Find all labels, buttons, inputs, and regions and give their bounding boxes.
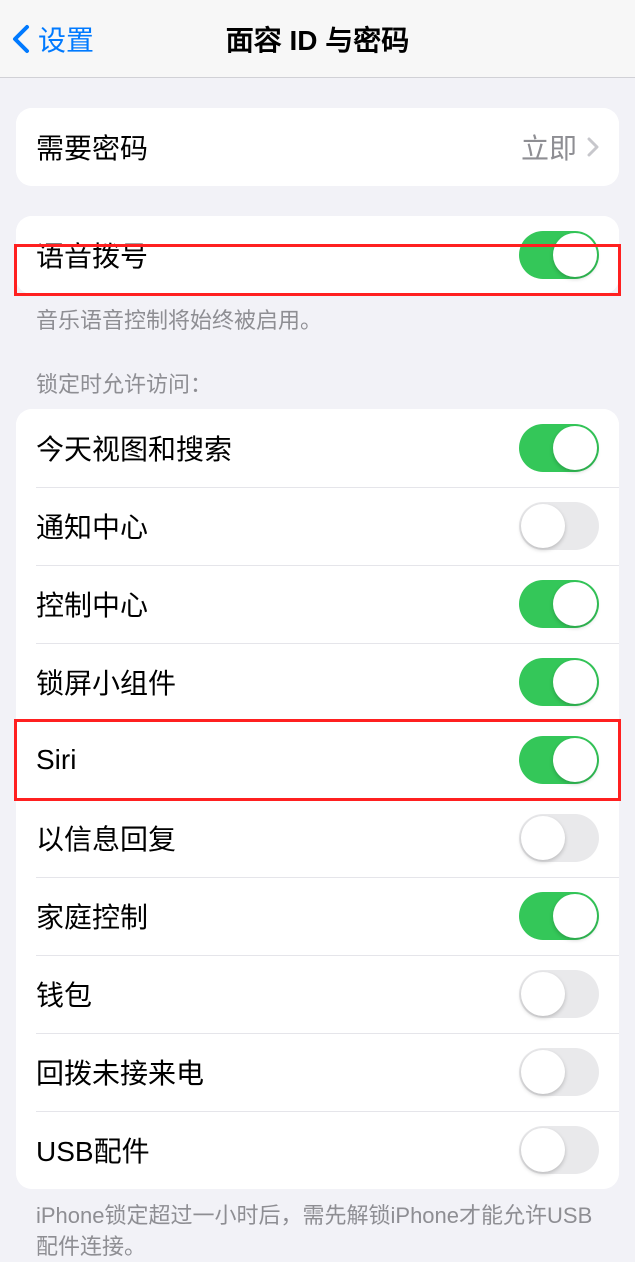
- voice-dial-label: 语音拨号: [36, 235, 148, 275]
- lock-access-toggle[interactable]: [519, 1048, 599, 1096]
- toggle-knob: [553, 582, 597, 626]
- toggle-knob: [553, 233, 597, 277]
- toggle-knob: [521, 1128, 565, 1172]
- lock-access-toggle[interactable]: [519, 892, 599, 940]
- toggle-knob: [521, 504, 565, 548]
- toggle-knob: [521, 1050, 565, 1094]
- toggle-knob: [553, 426, 597, 470]
- back-label: 设置: [38, 19, 94, 59]
- lock-access-header: 锁定时允许访问：: [0, 337, 635, 409]
- lock-access-row: 今天视图和搜索: [16, 409, 619, 487]
- lock-access-toggle[interactable]: [519, 814, 599, 862]
- toggle-knob: [521, 972, 565, 1016]
- lock-access-label: 家庭控制: [36, 896, 148, 936]
- lock-access-row: 通知中心: [16, 487, 619, 565]
- lock-access-label: 今天视图和搜索: [36, 428, 232, 468]
- lock-access-footer: iPhone锁定超过一小时后，需先解锁iPhone才能允许USB 配件连接。: [0, 1189, 635, 1262]
- require-passcode-label: 需要密码: [36, 127, 148, 167]
- lock-access-label: 通知中心: [36, 506, 148, 546]
- lock-access-toggle[interactable]: [519, 1126, 599, 1174]
- lock-access-row: 回拨未接来电: [16, 1033, 619, 1111]
- lock-access-toggle[interactable]: [519, 658, 599, 706]
- lock-access-toggle[interactable]: [519, 580, 599, 628]
- lock-access-label: Siri: [36, 744, 76, 776]
- lock-access-label: 钱包: [36, 974, 92, 1014]
- chevron-right-icon: [587, 137, 599, 157]
- lock-access-row: Siri: [16, 721, 619, 799]
- lock-access-label: 回拨未接来电: [36, 1052, 204, 1092]
- lock-access-row: 家庭控制: [16, 877, 619, 955]
- chevron-left-icon: [12, 24, 30, 54]
- voice-dial-group: 语音拨号: [16, 216, 619, 294]
- back-button[interactable]: 设置: [12, 19, 94, 59]
- lock-access-row: 控制中心: [16, 565, 619, 643]
- lock-access-toggle[interactable]: [519, 502, 599, 550]
- voice-dial-footer: 音乐语音控制将始终被启用。: [0, 294, 635, 337]
- voice-dial-row: 语音拨号: [16, 216, 619, 294]
- lock-access-label: 以信息回复: [36, 818, 176, 858]
- require-passcode-value: 立即: [521, 127, 577, 167]
- navigation-header: 设置 面容 ID 与密码: [0, 0, 635, 78]
- require-passcode-group: 需要密码 立即: [16, 108, 619, 186]
- lock-access-row: 锁屏小组件: [16, 643, 619, 721]
- lock-access-label: 控制中心: [36, 584, 148, 624]
- lock-access-label: USB配件: [36, 1130, 150, 1170]
- lock-access-row: 钱包: [16, 955, 619, 1033]
- lock-access-label: 锁屏小组件: [36, 662, 176, 702]
- toggle-knob: [521, 816, 565, 860]
- require-passcode-row[interactable]: 需要密码 立即: [16, 108, 619, 186]
- toggle-knob: [553, 660, 597, 704]
- lock-access-toggle[interactable]: [519, 424, 599, 472]
- toggle-knob: [553, 894, 597, 938]
- lock-access-toggle[interactable]: [519, 736, 599, 784]
- lock-access-toggle[interactable]: [519, 970, 599, 1018]
- lock-access-list: 今天视图和搜索通知中心控制中心锁屏小组件 Siri 以信息回复家庭控制钱包回拨未接来…: [16, 409, 619, 1189]
- toggle-knob: [553, 738, 597, 782]
- lock-access-row: 以信息回复: [16, 799, 619, 877]
- voice-dial-toggle[interactable]: [519, 231, 599, 279]
- page-title: 面容 ID 与密码: [226, 19, 410, 59]
- lock-access-row: USB配件: [16, 1111, 619, 1189]
